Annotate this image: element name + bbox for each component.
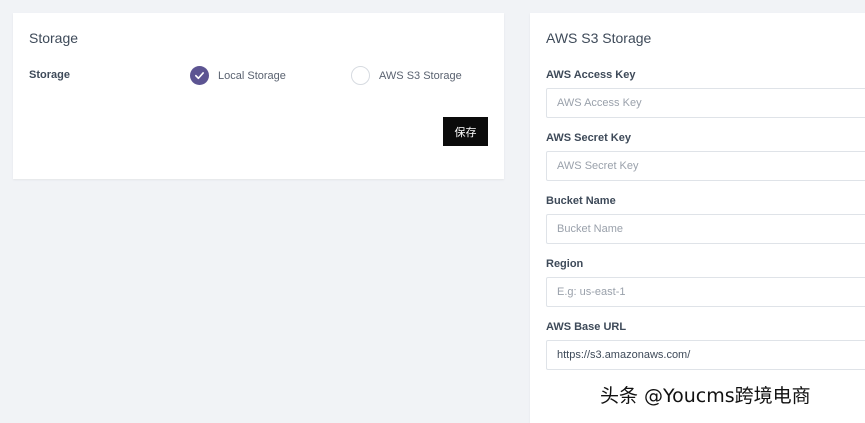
aws-s3-settings-card: AWS S3 Storage AWS Access Key AWS Secret… [530,13,865,423]
base-url-label: AWS Base URL [546,321,627,333]
bucket-name-input[interactable] [546,214,865,244]
base-url-input[interactable] [546,340,865,370]
watermark-text: 头条 @Youcms跨境电商 [600,385,811,407]
storage-field-label: Storage [29,69,70,81]
storage-settings-card: Storage Storage Local Storage AWS S3 Sto… [13,13,504,179]
region-label: Region [546,258,584,270]
radio-unchecked-indicator[interactable] [351,66,370,85]
radio-local-storage-label: Local Storage [218,69,286,82]
secret-key-label: AWS Secret Key [546,132,631,144]
access-key-label: AWS Access Key [546,69,636,81]
storage-card-title: Storage [29,30,79,46]
radio-checked-indicator[interactable] [190,66,209,85]
s3-card-title: AWS S3 Storage [546,30,652,46]
secret-key-input[interactable] [546,151,865,181]
radio-aws-s3-storage-label: AWS S3 Storage [379,69,462,82]
checkmark-icon [195,72,204,80]
access-key-input[interactable] [546,88,865,118]
bucket-name-label: Bucket Name [546,195,616,207]
radio-aws-s3-storage[interactable]: AWS S3 Storage [351,66,462,85]
radio-local-storage[interactable]: Local Storage [190,66,286,85]
save-button[interactable]: 保存 [443,117,488,146]
region-input[interactable] [546,277,865,307]
